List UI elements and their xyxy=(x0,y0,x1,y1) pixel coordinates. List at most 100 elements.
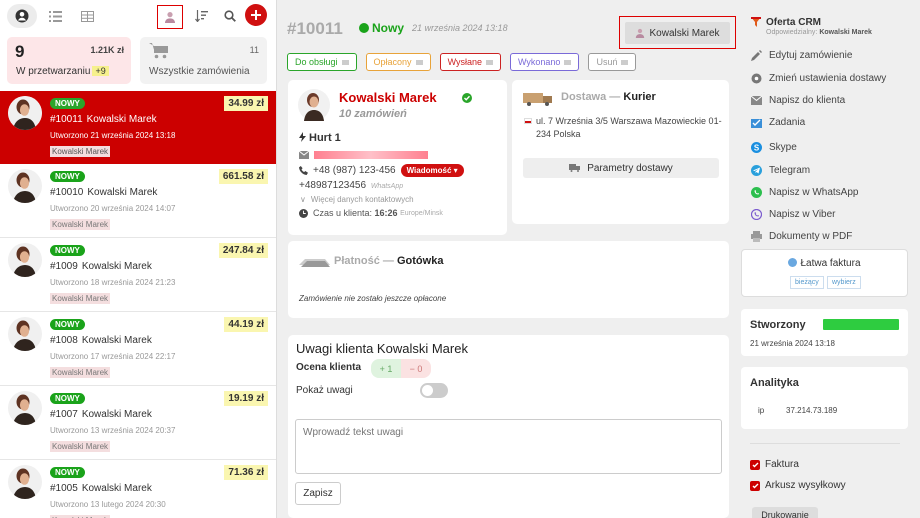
manager-filter-button[interactable] xyxy=(157,5,183,29)
telegram-icon xyxy=(750,164,762,176)
customer-phone[interactable]: +48 (987) 123-456 xyxy=(313,165,396,176)
client-time-label: Czas u klienta: xyxy=(313,208,373,218)
order-list-item[interactable]: NOWY 44.19 zł #1008 Kowalski Marek Utworz… xyxy=(0,312,276,386)
ip-value: 37.214.73.189 xyxy=(786,406,838,415)
rating-plus-button[interactable]: + 1 xyxy=(371,359,401,378)
search-button[interactable] xyxy=(218,5,242,27)
plus-icon xyxy=(251,10,261,20)
customer-group-text: Hurt 1 xyxy=(309,132,341,144)
action-item[interactable]: Napisz do klienta xyxy=(750,94,845,106)
customer-avatar-icon xyxy=(8,465,42,499)
order-list-item[interactable]: NOWY 19.19 zł #1007 Kowalski Marek Utworz… xyxy=(0,386,276,460)
status-button[interactable]: Wysłane xyxy=(439,53,501,71)
status-buttons: Do obsługi Opłacony Wysłane Wykonano Usuń xyxy=(287,53,645,71)
action-item[interactable]: Zadania xyxy=(750,116,805,128)
client-timezone: Europe/Minsk xyxy=(400,209,443,217)
manager-button[interactable]: Kowalski Marek xyxy=(625,22,730,44)
order-list-item[interactable]: NOWY 661.58 zł #10010 Kowalski Marek Utwo… xyxy=(0,164,276,238)
order-list-item[interactable]: NOWY 71.36 zł #1005 Kowalski Marek Utworz… xyxy=(0,460,276,518)
action-item[interactable]: Napisz w Viber xyxy=(750,208,836,220)
order-status-badge: NOWY xyxy=(50,98,85,109)
checkbox-checked-icon[interactable] xyxy=(750,459,760,470)
order-customer: Kowalski Marek xyxy=(81,261,152,272)
order-manager-tag: Kowalski Marek xyxy=(50,367,111,378)
delivery-address: ul. 7 Września 3/5 Warszawa Mazowieckie … xyxy=(536,116,722,139)
toggle-knob xyxy=(422,385,433,396)
show-notes-toggle[interactable] xyxy=(420,383,448,398)
account-toggle[interactable] xyxy=(7,4,37,28)
delivery-label: Dostawa xyxy=(561,91,607,103)
delivery-params-button[interactable]: Parametry dostawy xyxy=(523,158,719,178)
customer-name[interactable]: Kowalski Marek xyxy=(339,90,437,105)
customer-whatsapp-row: +48987123456 WhatsApp xyxy=(299,180,403,191)
processing-badge: +9 xyxy=(92,66,109,76)
order-list-item[interactable]: NOWY 247.84 zł #1009 Kowalski Marek Utwor… xyxy=(0,238,276,312)
message-button[interactable]: Wiadomość ▾ xyxy=(400,164,464,177)
order-id-row: #1009 Kowalski Marek xyxy=(50,261,152,272)
stat-all-orders[interactable]: 11 Wszystkie zamówienia xyxy=(140,37,267,84)
status-button-icon xyxy=(621,59,629,65)
order-id: #1009 xyxy=(50,261,78,272)
sort-button[interactable] xyxy=(189,5,213,27)
client-time-row: Czas u klienta: 16:26 Europe/Minsk xyxy=(299,208,443,218)
status-button-label: Usuń xyxy=(596,57,618,67)
order-id-row: #1007 Kowalski Marek xyxy=(50,409,152,420)
status-dot-icon xyxy=(359,23,369,33)
person-icon xyxy=(636,28,645,38)
mail-icon xyxy=(750,94,762,106)
order-customer: Kowalski Marek xyxy=(81,335,152,346)
status-button[interactable]: Opłacony xyxy=(365,53,431,71)
add-order-button[interactable] xyxy=(245,4,267,26)
checkbox-checked-icon[interactable] xyxy=(750,480,760,491)
status-button-label: Do obsługi xyxy=(295,57,338,67)
invoice-checkbox-row[interactable]: Faktura xyxy=(750,459,799,470)
invoice-choose-button[interactable]: wybierz xyxy=(827,276,861,289)
shipping-sheet-checkbox-label: Arkusz wysyłkowy xyxy=(765,480,846,491)
action-item[interactable]: Edytuj zamówienie xyxy=(750,49,852,61)
status-button[interactable]: Do obsługi xyxy=(287,53,357,71)
shipping-sheet-checkbox-row[interactable]: Arkusz wysyłkowy xyxy=(750,480,846,491)
status-button-icon xyxy=(341,59,349,65)
order-id: #1008 xyxy=(50,335,78,346)
note-textarea[interactable] xyxy=(295,419,722,474)
invoice-title-row: Łatwa faktura xyxy=(742,258,907,269)
orders-list: NOWY 34.99 zł #10011 Kowalski Marek Utwor… xyxy=(0,91,276,518)
status-button-label: Wysłane xyxy=(447,57,482,67)
order-amount: 247.84 zł xyxy=(218,243,268,258)
status-button[interactable]: Wykonano xyxy=(510,53,580,71)
action-item[interactable]: Telegram xyxy=(750,164,810,176)
manager-box: Kowalski Marek xyxy=(619,16,736,49)
table-view-button[interactable] xyxy=(75,5,99,27)
save-note-button[interactable]: Zapisz xyxy=(295,482,341,505)
stat-processing[interactable]: 9 1.21K zł W przetwarzaniu +9 xyxy=(7,37,131,84)
show-notes-label: Pokaż uwagi xyxy=(296,385,353,396)
processing-label: W przetwarzaniu +9 xyxy=(16,66,109,77)
created-progress-bar xyxy=(823,319,899,330)
table-icon xyxy=(80,10,94,22)
invoice-checkbox-label: Faktura xyxy=(765,459,799,470)
action-item[interactable]: Zmień ustawienia dostawy xyxy=(750,72,886,84)
order-main: #10011 Nowy 21 września 2024 13:18 Kowal… xyxy=(277,0,740,518)
list-view-button[interactable] xyxy=(43,5,67,27)
invoice-current-button[interactable]: bieżący xyxy=(790,276,824,289)
action-item[interactable]: S Skype xyxy=(750,141,797,153)
customer-whatsapp-phone[interactable]: +48987123456 xyxy=(299,180,366,191)
customer-email-row xyxy=(299,150,439,160)
message-button-label: Wiadomość xyxy=(406,166,452,175)
status-button[interactable]: Usuń xyxy=(588,53,637,71)
print-button[interactable]: Drukowanie xyxy=(752,507,818,518)
created-title: Stworzony xyxy=(750,319,806,331)
order-list-item[interactable]: NOWY 34.99 zł #10011 Kowalski Marek Utwor… xyxy=(0,91,276,164)
customer-card: Kowalski Marek 10 zamówień Hurt 1 +48 (9… xyxy=(288,80,507,235)
rating-minus-button[interactable]: − 0 xyxy=(401,359,431,378)
status-button-icon xyxy=(564,59,572,65)
orders-sidebar: 9 1.21K zł W przetwarzaniu +9 11 Wszystki… xyxy=(0,0,277,518)
action-item[interactable]: Napisz w WhatsApp xyxy=(750,186,858,198)
more-contacts-link[interactable]: ∨ Więcej danych kontaktowych xyxy=(300,195,414,204)
rating-label: Ocena klienta xyxy=(296,362,362,373)
cart-icon xyxy=(149,43,168,59)
order-status-badge: NOWY xyxy=(50,467,85,478)
responsible-name: Kowalski Marek xyxy=(819,29,872,36)
order-number: #10011 xyxy=(287,19,343,38)
action-item[interactable]: Dokumenty w PDF xyxy=(750,230,852,242)
